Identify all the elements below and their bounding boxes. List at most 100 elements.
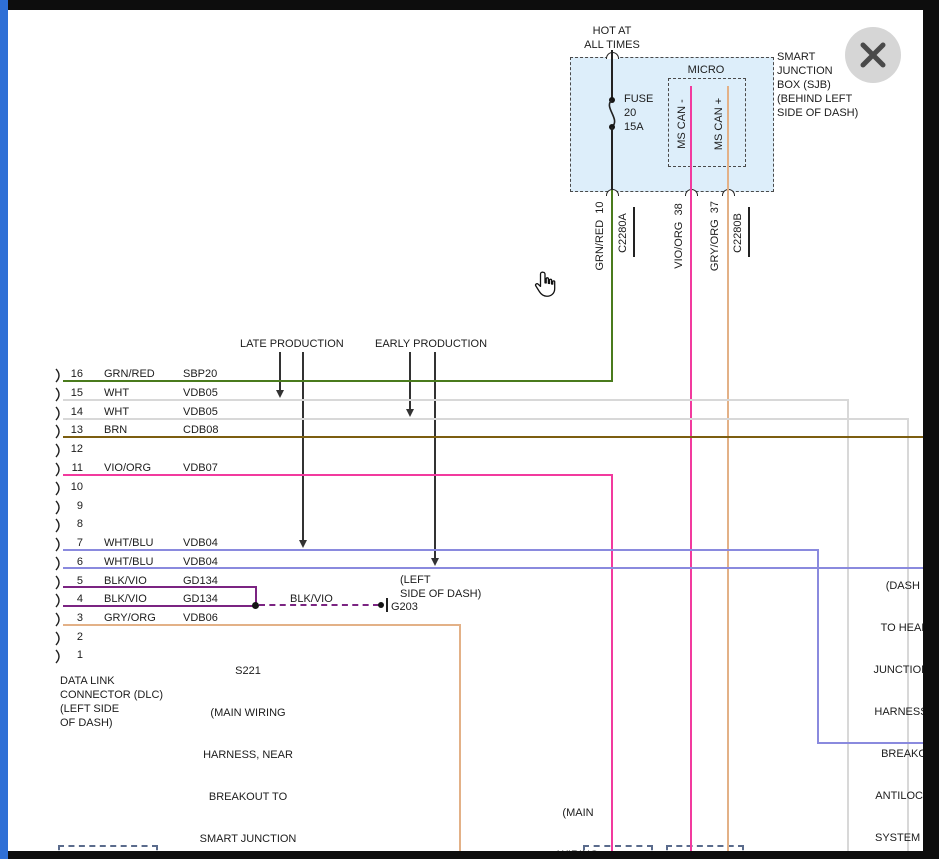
pin-number: 11 [65, 462, 83, 474]
pin-bracket-icon [55, 518, 63, 533]
wire-wht-14-horizontal [63, 418, 909, 420]
window-right-border [923, 0, 939, 859]
wire-tag-c2280a: C2280A [617, 193, 631, 273]
s221-line4: BREAKOUT TO [188, 790, 308, 804]
s221-line5: SMART JUNCTION [188, 832, 308, 846]
pin-circuit: VDB05 [183, 387, 218, 399]
dlc-label-line3: (LEFT SIDE [60, 702, 119, 716]
wire-blk-vio-5-horizontal [63, 586, 257, 588]
wire-gry-org-3-vertical [459, 624, 461, 859]
pin-bracket-icon [55, 575, 63, 590]
pin-circuit: VDB06 [183, 612, 218, 624]
sjb-label-line1: SMART [777, 50, 815, 64]
pin-circuit: CDB08 [183, 424, 218, 436]
pin-wire-color: BLK/VIO [104, 575, 147, 587]
sjb-label-line5: SIDE OF DASH) [777, 106, 858, 120]
pin-number: 8 [65, 518, 83, 530]
pin-wire-color: WHT [104, 406, 129, 418]
pin-wire-color: VIO/ORG [104, 462, 151, 474]
pin-wire-color: GRN/RED [104, 368, 155, 380]
wire-grn-red-vertical [611, 190, 613, 382]
dlc-label-line2: CONNECTOR (DLC) [60, 688, 163, 702]
pin-bracket-icon [55, 631, 63, 646]
wire-vio-org-vertical [690, 86, 692, 859]
pin-wire-color: BRN [104, 424, 127, 436]
pin-bracket-icon [55, 481, 63, 496]
ms-can-minus-label: MS CAN - [676, 84, 690, 164]
pin-bracket-icon [55, 424, 63, 439]
pin-circuit: VDB05 [183, 406, 218, 418]
wire-wht-blu-7-horizontal [63, 549, 819, 551]
pin-circuit: VDB04 [183, 556, 218, 568]
pin-circuit: VDB04 [183, 537, 218, 549]
pin-bracket-icon [55, 387, 63, 402]
s221-line2: (MAIN WIRING [188, 706, 308, 720]
early-arrowhead-1 [406, 409, 414, 417]
pin-number: 9 [65, 500, 83, 512]
wiring-diagram-canvas: MICRO HOT AT ALL TIMES FUSE 20 15A MS CA… [0, 0, 939, 859]
c213-label: (MAIN WIRING HARNESS, NEAR BREAKOUT TO C… [518, 778, 638, 859]
pin-bracket-icon [55, 368, 63, 383]
pin-number: 16 [65, 368, 83, 380]
late-arrowhead-1 [276, 390, 284, 398]
pin-bracket-icon [55, 500, 63, 515]
pin-bracket-icon [55, 612, 63, 627]
wire-wht-blu-7-vertical [817, 549, 819, 744]
wire-gry-org-vertical [727, 86, 729, 859]
g203-dot [378, 602, 384, 608]
pin-circuit: GD134 [183, 593, 218, 605]
c213-line1: (MAIN [518, 806, 638, 820]
window-top-border [8, 0, 939, 10]
fuse-element-icon [600, 100, 624, 127]
splice-s221-dot [252, 602, 259, 609]
pin-number: 12 [65, 443, 83, 455]
wire-blk-vio-4-horizontal [63, 605, 257, 607]
wire-vio-org-11-horizontal [63, 474, 613, 476]
early-arrowhead-2 [431, 558, 439, 566]
pin-number: 2 [65, 631, 83, 643]
pin-number: 5 [65, 575, 83, 587]
fuse-label-line2: 20 [624, 106, 636, 120]
g203-location-line1: (LEFT [400, 573, 431, 587]
pin-wire-color: WHT/BLU [104, 537, 154, 549]
wire-wht-15-horizontal [63, 399, 849, 401]
g203-terminal-bar [386, 598, 388, 612]
left-scrollbar-edge[interactable] [0, 0, 8, 859]
pin-number: 1 [65, 649, 83, 661]
close-button[interactable] [845, 27, 901, 83]
pin-number: 14 [65, 406, 83, 418]
sjb-label-line2: JUNCTION [777, 64, 833, 78]
g203-location-line2: SIDE OF DASH) [400, 587, 481, 601]
sjb-label-line3: BOX (SJB) [777, 78, 831, 92]
window-bottom-border [8, 851, 939, 859]
pin-wire-color: WHT/BLU [104, 556, 154, 568]
pin-number: 6 [65, 556, 83, 568]
s221-label: S221 (MAIN WIRING HARNESS, NEAR BREAKOUT… [188, 636, 308, 859]
late-arrow-1 [279, 352, 281, 390]
pin-circuit: GD134 [183, 575, 218, 587]
pin-bracket-icon [55, 593, 63, 608]
close-icon [845, 27, 901, 83]
late-production-label: LATE PRODUCTION [240, 337, 344, 351]
wire-tag-vio-org: VIO/ORG 38 [673, 196, 687, 276]
wire-tag-grn-red: GRN/RED 10 [594, 196, 608, 276]
pin-bracket-icon [55, 537, 63, 552]
pin-wire-color: WHT [104, 387, 129, 399]
pin-number: 15 [65, 387, 83, 399]
early-arrow-2 [434, 352, 436, 558]
blk-vio-wire-label: BLK/VIO [290, 592, 333, 606]
wire-tag-gry-org: GRY/ORG 37 [709, 196, 723, 276]
pin-circuit: VDB07 [183, 462, 218, 474]
fuse-label-line1: FUSE [624, 92, 653, 106]
c2280a-tag-line [633, 207, 635, 257]
micro-label: MICRO [676, 63, 736, 77]
pin-bracket-icon [55, 406, 63, 421]
late-arrowhead-2 [299, 540, 307, 548]
pin-circuit: SBP20 [183, 368, 217, 380]
pin-bracket-icon [55, 443, 63, 458]
ms-can-plus-label: MS CAN + [713, 84, 727, 164]
pin-wire-color: GRY/ORG [104, 612, 156, 624]
dlc-label-line1: DATA LINK [60, 674, 115, 688]
pin-bracket-icon [55, 462, 63, 477]
pin-number: 10 [65, 481, 83, 493]
